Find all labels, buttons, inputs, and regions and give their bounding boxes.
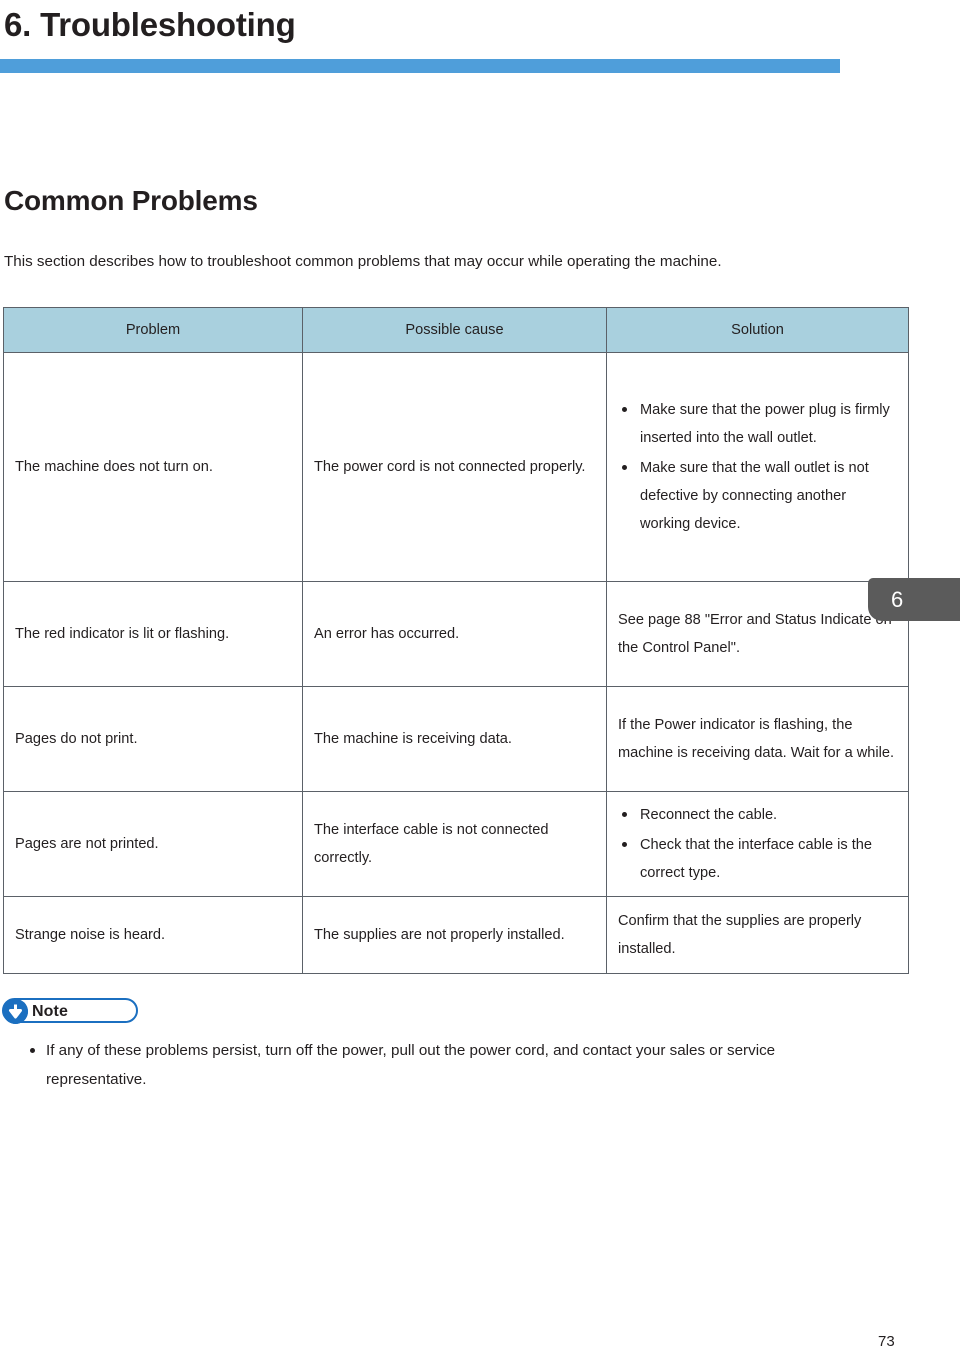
list-item-text: Reconnect the cable.: [640, 807, 778, 823]
cell-problem-text: Strange noise is heard.: [15, 927, 166, 943]
cell-solution: See page 88 "Error and Status Indicate o…: [606, 581, 909, 687]
list-item: Check that the interface cable is the co…: [618, 831, 897, 887]
column-header-solution: Solution: [606, 307, 909, 353]
cell-problem-text: The machine does not turn on.: [15, 459, 213, 475]
bullet-icon: [622, 465, 627, 470]
solution-list: Make sure that the power plug is firmly …: [618, 396, 897, 538]
table-body: The machine does not turn on. The power …: [3, 352, 909, 974]
bullet-icon: [622, 407, 627, 412]
cell-cause: The interface cable is not connected cor…: [302, 791, 607, 897]
solution-list: Reconnect the cable. Check that the inte…: [618, 801, 897, 887]
cell-solution-text: Confirm that the supplies are properly i…: [618, 913, 862, 957]
table-header-row: Problem Possible cause Solution: [3, 307, 909, 353]
cell-solution: If the Power indicator is flashing, the …: [606, 686, 909, 792]
cell-cause-text: The interface cable is not connected cor…: [314, 822, 549, 866]
list-item-text: Make sure that the power plug is firmly …: [640, 402, 890, 446]
cell-problem: The red indicator is lit or flashing.: [3, 581, 303, 687]
table-row: The red indicator is lit or flashing. An…: [3, 581, 909, 687]
cell-cause-text: The supplies are not properly installed.: [314, 927, 565, 943]
list-item-text: If any of these problems persist, turn o…: [46, 1042, 776, 1088]
bullet-icon: [622, 842, 627, 847]
troubleshooting-table: Problem Possible cause Solution The mach…: [3, 307, 909, 974]
down-arrow-circle-icon: [3, 999, 28, 1024]
cell-problem: Strange noise is heard.: [3, 896, 303, 974]
chapter-title: 6. Troubleshooting: [4, 6, 296, 43]
cell-solution: Make sure that the power plug is firmly …: [606, 352, 909, 582]
cell-problem-text: Pages do not print.: [15, 731, 138, 747]
cell-cause-text: An error has occurred.: [314, 626, 460, 642]
chapter-thumb-tab: 6: [868, 578, 960, 621]
bullet-icon: [30, 1048, 35, 1053]
table-row: Pages do not print. The machine is recei…: [3, 686, 909, 792]
page-number: 73: [878, 1333, 895, 1350]
cell-cause: The machine is receiving data.: [302, 686, 607, 792]
cell-cause: An error has occurred.: [302, 581, 607, 687]
column-header-cause: Possible cause: [302, 307, 607, 353]
cell-problem: Pages do not print.: [3, 686, 303, 792]
cell-solution: Reconnect the cable. Check that the inte…: [606, 791, 909, 897]
cell-problem: The machine does not turn on.: [3, 352, 303, 582]
list-item-text: Check that the interface cable is the co…: [640, 837, 873, 881]
cell-solution: Confirm that the supplies are properly i…: [606, 896, 909, 974]
column-header-problem: Problem: [3, 307, 303, 353]
table-row: Pages are not printed. The interface cab…: [3, 791, 909, 897]
cell-cause-text: The machine is receiving data.: [314, 731, 512, 747]
cell-cause: The supplies are not properly installed.: [302, 896, 607, 974]
list-item: Make sure that the power plug is firmly …: [618, 396, 897, 452]
list-item: If any of these problems persist, turn o…: [4, 1036, 844, 1094]
section-heading: Common Problems: [4, 184, 258, 216]
list-item-text: Make sure that the wall outlet is not de…: [640, 460, 869, 532]
note-badge: Note: [2, 998, 138, 1024]
cell-problem-text: The red indicator is lit or flashing.: [15, 626, 230, 642]
cell-solution-text: If the Power indicator is flashing, the …: [618, 717, 895, 761]
list-item: Reconnect the cable.: [618, 801, 897, 829]
chapter-header-rule: [0, 59, 840, 73]
chapter-header: 6. Troubleshooting: [0, 0, 960, 80]
section-intro-paragraph: This section describes how to troublesho…: [4, 253, 722, 271]
table-row: Strange noise is heard. The supplies are…: [3, 896, 909, 974]
note-label: Note: [32, 1003, 68, 1020]
table-head: Problem Possible cause Solution: [3, 307, 909, 353]
cell-solution-text: See page 88 "Error and Status Indicate o…: [618, 612, 892, 656]
cell-cause-text: The power cord is not connected properly…: [314, 459, 586, 475]
note-list: If any of these problems persist, turn o…: [4, 1036, 844, 1094]
table-row: The machine does not turn on. The power …: [3, 352, 909, 582]
cell-problem: Pages are not printed.: [3, 791, 303, 897]
list-item: Make sure that the wall outlet is not de…: [618, 454, 897, 538]
cell-problem-text: Pages are not printed.: [15, 836, 159, 852]
chapter-tab-number: 6: [891, 587, 904, 612]
bullet-icon: [622, 812, 627, 817]
cell-cause: The power cord is not connected properly…: [302, 352, 607, 582]
